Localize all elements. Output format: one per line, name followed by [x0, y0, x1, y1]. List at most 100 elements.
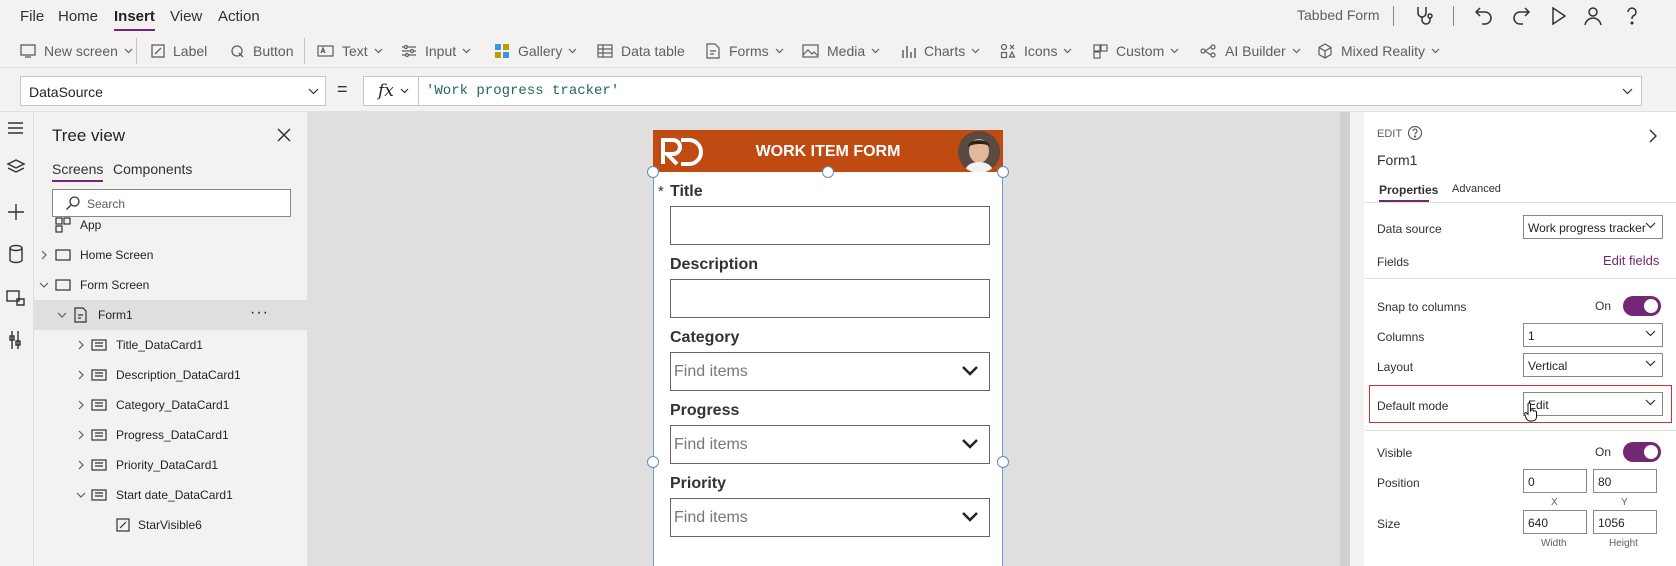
- redo-icon[interactable]: [1509, 4, 1533, 28]
- formula-input[interactable]: fx 'Work progress tracker': [363, 76, 1642, 106]
- size-width-value: 640: [1528, 516, 1549, 530]
- resize-handle[interactable]: [647, 166, 659, 178]
- tab-advanced[interactable]: Advanced: [1452, 183, 1501, 195]
- tree-item-form1[interactable]: Form1 ···: [34, 300, 307, 330]
- edit-fields-link[interactable]: Edit fields: [1603, 253, 1659, 268]
- position-x-value: 0: [1528, 475, 1535, 489]
- tree-item-priority-datacard[interactable]: Priority_DataCard1: [34, 450, 307, 480]
- more-options-icon[interactable]: ···: [250, 304, 269, 322]
- new-screen-button[interactable]: New screen: [20, 41, 133, 61]
- gallery-menu[interactable]: Gallery: [494, 41, 577, 61]
- fx-icon: fx: [378, 81, 394, 101]
- resize-handle[interactable]: [822, 166, 834, 178]
- hamburger-menu-icon[interactable]: [4, 116, 28, 140]
- resize-handle[interactable]: [647, 456, 659, 468]
- icons-menu[interactable]: Icons: [1000, 41, 1072, 61]
- data-cylinder-icon[interactable]: [4, 242, 28, 266]
- layout-dropdown[interactable]: Vertical: [1523, 353, 1663, 377]
- resize-handle[interactable]: [997, 166, 1009, 178]
- size-label: Size: [1377, 517, 1401, 531]
- chevron-down-icon: [400, 88, 409, 94]
- tab-components[interactable]: Components: [113, 161, 192, 177]
- y-caption: Y: [1621, 497, 1628, 508]
- preview-play-icon[interactable]: [1546, 4, 1570, 28]
- category-combobox[interactable]: Find items: [670, 352, 990, 391]
- text-menu[interactable]: Text: [317, 41, 383, 61]
- menu-home[interactable]: Home: [58, 8, 98, 25]
- ai-builder-menu[interactable]: AI Builder: [1200, 41, 1301, 61]
- panel-scrollbar[interactable]: [1350, 112, 1364, 566]
- media-icon[interactable]: [4, 286, 28, 310]
- priority-combobox[interactable]: Find items: [670, 498, 990, 537]
- title-input[interactable]: [670, 206, 990, 245]
- columns-label: Columns: [1377, 330, 1425, 344]
- tree-view-title: Tree view: [52, 126, 126, 145]
- menu-file[interactable]: File: [20, 8, 44, 25]
- tree-item-home-screen[interactable]: Home Screen: [34, 240, 307, 270]
- forms-icon: [706, 43, 720, 59]
- help-circle-icon[interactable]: [1407, 125, 1423, 141]
- property-dropdown[interactable]: DataSource: [20, 76, 326, 106]
- data-table-button[interactable]: Data table: [597, 41, 685, 61]
- close-icon[interactable]: [273, 124, 295, 146]
- tree-item-title-datacard[interactable]: Title_DataCard1: [34, 330, 307, 360]
- form-screen-preview[interactable]: WORK ITEM FORM * Title Description Categ…: [647, 130, 1009, 566]
- tree-item-star-visible[interactable]: StarVisible6: [34, 510, 307, 540]
- description-input[interactable]: [670, 279, 990, 318]
- chevron-down-icon: [1170, 48, 1179, 54]
- position-x-input[interactable]: 0: [1523, 469, 1587, 493]
- combobox-placeholder: Find items: [674, 509, 748, 526]
- menu-view[interactable]: View: [170, 8, 202, 25]
- new-screen-icon: [20, 44, 36, 58]
- tab-screens[interactable]: Screens: [52, 161, 104, 182]
- undo-icon[interactable]: [1472, 4, 1496, 28]
- columns-dropdown[interactable]: 1: [1523, 323, 1663, 347]
- default-mode-label: Default mode: [1377, 399, 1449, 413]
- custom-menu[interactable]: Custom: [1093, 41, 1179, 61]
- tree-item-description-datacard[interactable]: Description_DataCard1: [34, 360, 307, 390]
- position-y-input[interactable]: 80: [1593, 469, 1657, 493]
- divider: [1393, 6, 1394, 26]
- media-menu[interactable]: Media: [802, 41, 880, 61]
- tree-view-layers-icon[interactable]: [4, 156, 28, 180]
- tree-item-start-date-datacard[interactable]: Start date_DataCard1: [34, 480, 307, 510]
- mixed-reality-menu[interactable]: Mixed Reality: [1317, 41, 1440, 61]
- menu-action[interactable]: Action: [218, 8, 260, 25]
- chevron-down-icon: [1645, 360, 1656, 367]
- custom-menu-label: Custom: [1116, 43, 1165, 59]
- size-width-input[interactable]: 640: [1523, 510, 1587, 534]
- input-menu[interactable]: Input: [401, 41, 471, 61]
- label-button[interactable]: Label: [151, 41, 207, 61]
- app-checker-icon[interactable]: [1412, 4, 1436, 28]
- chevron-down-icon: [1064, 48, 1072, 54]
- button-button[interactable]: Button: [230, 41, 293, 61]
- advanced-tools-icon[interactable]: [4, 328, 28, 352]
- progress-combobox[interactable]: Find items: [670, 425, 990, 464]
- chevron-down-icon: [1645, 399, 1656, 406]
- default-mode-dropdown[interactable]: Edit: [1523, 392, 1663, 416]
- forms-menu[interactable]: Forms: [705, 41, 784, 61]
- snap-to-columns-toggle[interactable]: [1623, 296, 1661, 316]
- charts-menu-label: Charts: [924, 43, 966, 59]
- tree-item-form-screen[interactable]: Form Screen: [34, 270, 307, 300]
- tree-item-progress-datacard[interactable]: Progress_DataCard1: [34, 420, 307, 450]
- canvas-scrollbar[interactable]: [1340, 112, 1350, 566]
- media-menu-label: Media: [827, 43, 866, 59]
- resize-handle[interactable]: [997, 456, 1009, 468]
- account-icon[interactable]: [1582, 4, 1606, 28]
- expand-formula-icon[interactable]: [1622, 88, 1633, 95]
- data-source-value: Work progress tracker: [1528, 221, 1646, 235]
- help-icon[interactable]: [1620, 4, 1644, 28]
- search-placeholder: Search: [87, 197, 126, 211]
- tab-properties[interactable]: Properties: [1379, 183, 1438, 197]
- visible-toggle[interactable]: [1623, 442, 1661, 462]
- tree-item-category-datacard[interactable]: Category_DataCard1: [34, 390, 307, 420]
- menu-insert[interactable]: Insert: [114, 8, 155, 31]
- chevron-right-icon[interactable]: [1649, 129, 1657, 143]
- insert-plus-icon[interactable]: [4, 200, 28, 224]
- charts-menu[interactable]: Charts: [901, 41, 980, 61]
- tree-item-app[interactable]: App: [34, 210, 307, 240]
- size-height-input[interactable]: 1056: [1593, 510, 1657, 534]
- fx-button[interactable]: fx: [364, 77, 419, 105]
- data-source-dropdown[interactable]: Work progress tracker: [1523, 215, 1663, 239]
